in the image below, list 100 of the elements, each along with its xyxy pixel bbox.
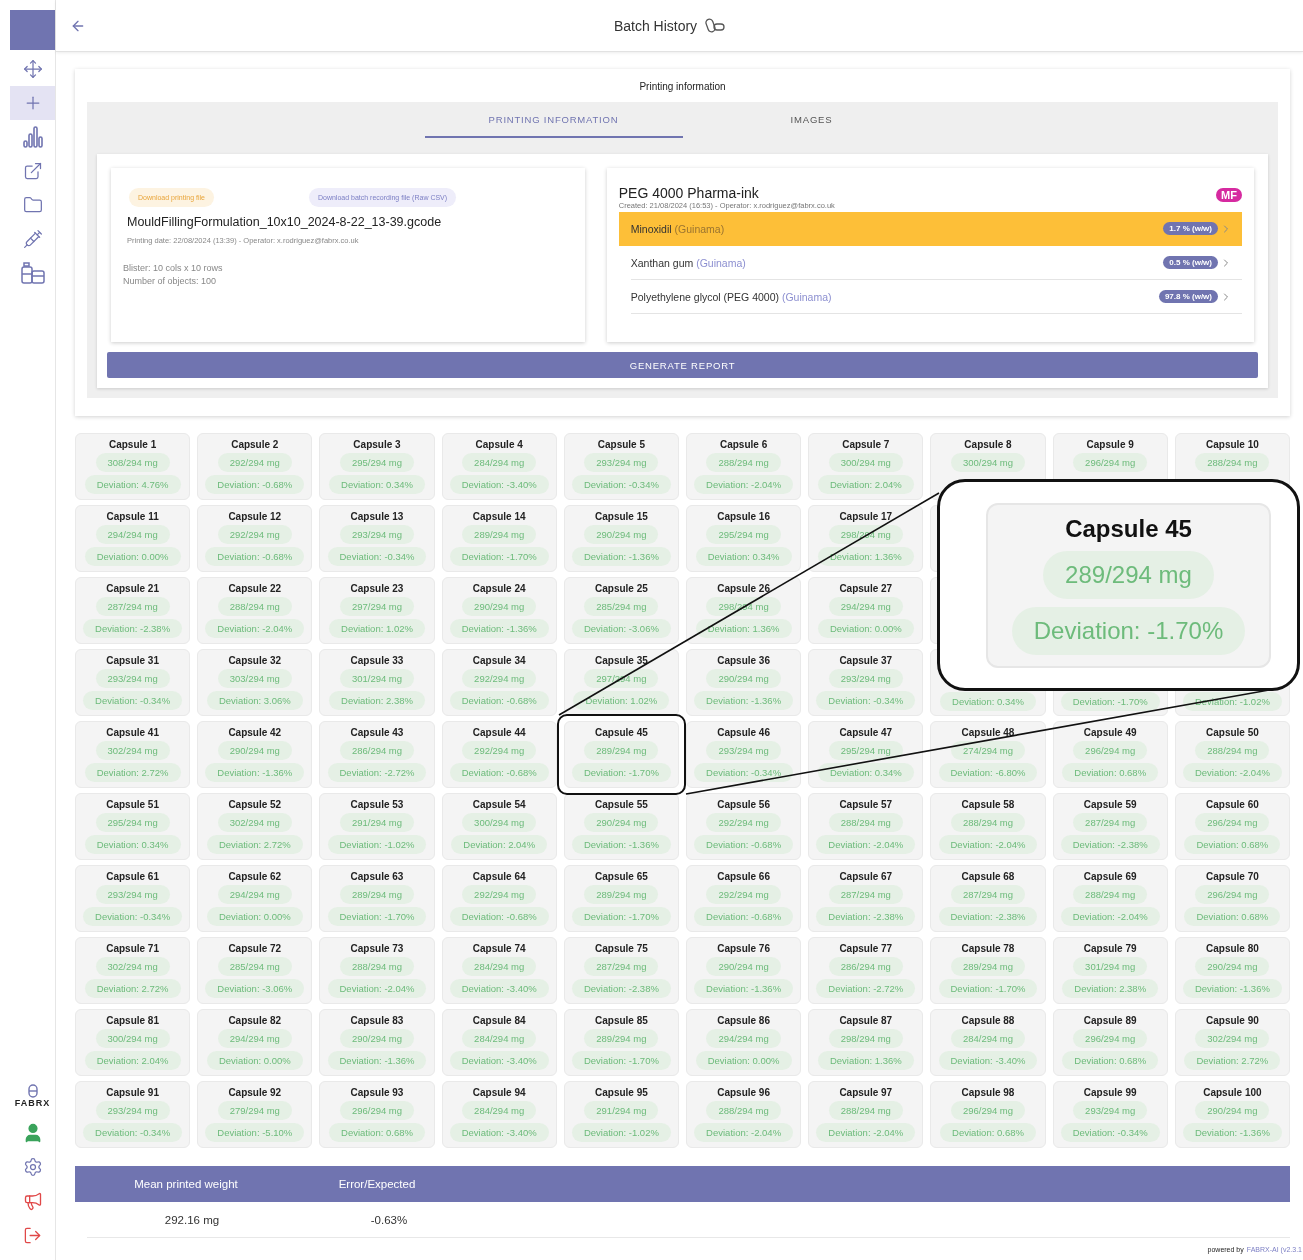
deviation-pill: Deviation: -1.36%: [449, 619, 549, 638]
capsule-name: Capsule 56: [717, 799, 770, 810]
bar-chart-icon: [22, 126, 43, 148]
weight-pill: 295/294 mg: [95, 813, 170, 832]
deviation-pill: Deviation: -0.34%: [571, 475, 671, 494]
capsule-name: Capsule 98: [961, 1087, 1015, 1098]
deviation-pill: Deviation: 2.72%: [84, 763, 181, 782]
capsule-name: Capsule 55: [595, 799, 648, 810]
amount-badge: 97.8 % (w/w): [1158, 290, 1218, 303]
ingredient-row[interactable]: Xanthan gum (Guinama) 0.5 % (w/w): [630, 246, 1242, 280]
weight-pill: 292/294 mg: [462, 669, 537, 688]
deviation-pill: Deviation: 0.34%: [695, 547, 792, 566]
ingredient-name: Xanthan gum (Guinama): [630, 256, 747, 269]
weight-pill: 296/294 mg: [1073, 1029, 1148, 1048]
capsule-name: Capsule 53: [350, 799, 404, 810]
weight-pill: 294/294 mg: [217, 1029, 292, 1048]
capsule-name: Capsule 83: [350, 1015, 404, 1026]
generate-report-button[interactable]: GENERATE REPORT: [107, 352, 1258, 378]
weight-pill: 293/294 mg: [706, 741, 781, 760]
deviation-pill: Deviation: -1.70%: [571, 1051, 671, 1070]
deviation-pill: Deviation: -2.04%: [327, 979, 427, 998]
deviation-pill: Deviation: 0.00%: [206, 1051, 303, 1070]
capsule-name: Capsule 74: [472, 943, 526, 954]
deviation-pill: Deviation: -3.40%: [449, 979, 549, 998]
deviation-pill: Deviation: -2.04%: [694, 1123, 794, 1142]
deviation-pill: Deviation: -3.40%: [938, 1051, 1038, 1070]
deviation-pill: Deviation: -5.10%: [205, 1123, 305, 1142]
deviation-pill: Deviation: -3.40%: [449, 475, 549, 494]
deviation-pill: Deviation: -2.04%: [816, 835, 916, 854]
weight-pill: 288/294 mg: [217, 597, 292, 616]
deviation-pill: Deviation: 0.68%: [1184, 907, 1281, 926]
tab[interactable]: PRINTING INFORMATION: [424, 102, 683, 138]
deviation-pill: Deviation: 2.72%: [1184, 1051, 1281, 1070]
logout-icon: [23, 1225, 42, 1245]
weight-pill: 290/294 mg: [706, 669, 781, 688]
type-badge: MF: [1216, 188, 1242, 202]
capsule-name: Capsule 91: [106, 1087, 159, 1098]
deviation-pill: Deviation: -0.68%: [694, 907, 794, 926]
capsule-name: Capsule 7: [842, 439, 890, 450]
weight-pill: 287/294 mg: [584, 957, 659, 976]
weight-pill: 284/294 mg: [462, 957, 537, 976]
capsule-name: Capsule 45: [595, 727, 648, 738]
weight-pill: 292/294 mg: [706, 813, 781, 832]
deviation-pill: Deviation: -1.70%: [938, 979, 1038, 998]
capsule-name: Capsule 79: [1083, 943, 1137, 954]
ingredient-name: Minoxidil (Guinama): [630, 222, 726, 235]
ingredient-row[interactable]: Polyethylene glycol (PEG 4000) (Guinama) 97.8 % (w/w): [630, 280, 1242, 314]
megaphone-icon: [22, 1191, 43, 1211]
weight-pill: 302/294 mg: [95, 957, 170, 976]
weight-pill: 290/294 mg: [217, 741, 292, 760]
capsule-name: Capsule 86: [717, 1015, 770, 1026]
deviation-pill: Deviation: 4.76%: [84, 475, 181, 494]
weight-pill: 295/294 mg: [706, 525, 781, 544]
weight-pill: 294/294 mg: [828, 597, 903, 616]
deviation-pill: Deviation: -3.06%: [205, 979, 305, 998]
weight-pill: 300/294 mg: [95, 1029, 170, 1048]
capsule-name: Capsule 76: [717, 943, 770, 954]
deviation-pill: Deviation: -1.70%: [571, 763, 671, 782]
table-cell-text: -0.63%: [369, 1213, 409, 1226]
capsule-name: Capsule 100: [1203, 1087, 1262, 1098]
weight-pill: 308/294 mg: [95, 453, 170, 472]
deviation-pill: Deviation: -2.38%: [816, 907, 916, 926]
weight-pill: 290/294 mg: [584, 813, 659, 832]
weight-pill: 287/294 mg: [828, 885, 903, 904]
capsule-name: Capsule 90: [1206, 1015, 1259, 1026]
capsule-name: Capsule 75: [595, 943, 648, 954]
capsule-name: Capsule 54: [472, 799, 526, 810]
capsule-name: Capsule 32: [228, 655, 282, 666]
ingredient-row[interactable]: Minoxidil (Guinama) 1.7 % (w/w): [618, 212, 1242, 246]
capsule-name: Capsule 73: [350, 943, 404, 954]
weight-pill: 290/294 mg: [706, 957, 781, 976]
capsule-name: Capsule 66: [717, 871, 770, 882]
weight-pill: 293/294 mg: [828, 669, 903, 688]
capsule-name: Capsule 94: [472, 1087, 526, 1098]
capsule-name: Capsule 68: [961, 871, 1015, 882]
deviation-pill: Deviation: 2.04%: [451, 835, 548, 854]
capsule-name: Capsule 81: [106, 1015, 159, 1026]
capsule-name: Capsule 51: [106, 799, 159, 810]
capsule-name: Capsule 62: [228, 871, 282, 882]
capsule-name: Capsule 97: [839, 1087, 893, 1098]
weight-pill: 292/294 mg: [706, 885, 781, 904]
brand-name: FABRX: [14, 1098, 51, 1108]
capsule-name: Capsule 70: [1206, 871, 1259, 882]
weight-pill: 293/294 mg: [584, 453, 659, 472]
capsule-name: Capsule 82: [228, 1015, 282, 1026]
capsule-name: Capsule 14: [472, 511, 526, 522]
weight-pill: 284/294 mg: [950, 1029, 1026, 1048]
deviation-pill: Deviation: -0.68%: [205, 475, 305, 494]
nav-button[interactable]: [10, 86, 55, 120]
tab[interactable]: IMAGES: [682, 102, 941, 138]
weight-pill: 296/294 mg: [1073, 453, 1148, 472]
deviation-pill: Deviation: 2.38%: [329, 691, 425, 710]
deviation-pill: Deviation: -1.36%: [1182, 979, 1282, 998]
capsules-icon: [705, 17, 726, 34]
weight-pill: 301/294 mg: [339, 669, 415, 688]
weight-pill: 274/294 mg: [950, 741, 1026, 760]
capsule-name: Capsule 47: [839, 727, 893, 738]
weight-pill: 295/294 mg: [339, 453, 415, 472]
weight-pill: 292/294 mg: [217, 525, 292, 544]
weight-pill: 292/294 mg: [462, 741, 537, 760]
